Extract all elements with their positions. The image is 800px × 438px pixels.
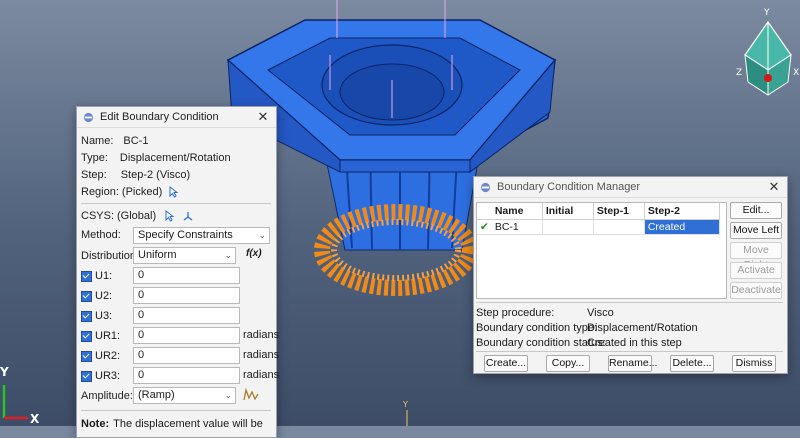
bc-manager-icon — [480, 182, 491, 192]
ur1-checkbox[interactable] — [81, 330, 92, 342]
u3-checkbox[interactable] — [81, 310, 92, 322]
amplitude-select-value: (Ramp) — [138, 389, 175, 401]
triad-x-label: X — [793, 68, 800, 78]
move-right-button[interactable]: Move Right — [730, 242, 782, 271]
ur2-label: UR2: — [95, 350, 121, 362]
ur3-input[interactable]: 0 — [133, 367, 240, 384]
method-select-value: Specify Constraints — [138, 229, 233, 241]
distribution-select-value: Uniform — [138, 249, 177, 261]
method-label: Method: — [81, 229, 121, 241]
bc-manager-titlebar[interactable]: Boundary Condition Manager ✕ — [474, 177, 787, 198]
close-icon[interactable]: ✕ — [767, 179, 781, 195]
bc-type-value: Displacement/Rotation — [587, 322, 698, 334]
distribution-label: Distribution: — [81, 250, 140, 262]
bc-table: Name Initial Step-1 Step-2 ✔ BC-1 Create… — [477, 203, 720, 235]
step-value: Step-2 (Visco) — [120, 169, 191, 181]
edit-bc-titlebar[interactable]: Edit Boundary Condition ✕ — [77, 107, 276, 128]
step-procedure-label: Step procedure: — [476, 307, 555, 319]
u1-checkbox[interactable] — [81, 270, 92, 282]
bc-dialog-icon — [83, 112, 94, 122]
step-procedure-value: Visco — [587, 307, 614, 319]
ur1-input[interactable]: 0 — [133, 327, 240, 344]
type-label: Type: — [81, 152, 108, 164]
create-button[interactable]: Create... — [484, 355, 528, 372]
column-header[interactable]: Name — [491, 203, 543, 220]
activate-button[interactable]: Activate — [730, 262, 782, 279]
dismiss-button[interactable]: Dismiss — [732, 355, 776, 372]
triad-z-label: Z — [736, 68, 743, 78]
close-icon[interactable]: ✕ — [256, 109, 270, 125]
axis-y-label: Y — [0, 365, 9, 379]
u2-input[interactable]: 0 — [133, 287, 240, 304]
column-header[interactable]: Step-2 — [644, 203, 720, 220]
note-label: Note: — [81, 418, 110, 430]
bc-manager-dialog: Boundary Condition Manager ✕ Name Initia… — [473, 176, 788, 374]
axis-x-label: X — [30, 412, 40, 426]
u3-input[interactable]: 0 — [133, 307, 240, 324]
method-select[interactable]: Specify Constraints ⌄ — [133, 227, 270, 244]
bc-step2-cell[interactable]: Created — [644, 219, 720, 235]
separator — [476, 351, 783, 352]
u3-label: U3: — [95, 310, 113, 322]
amplitude-plot-icon[interactable] — [243, 388, 259, 402]
dialog-title: Boundary Condition Manager — [497, 181, 641, 193]
region-value: (Picked) — [121, 186, 163, 198]
ur2-unit: radians — [243, 349, 280, 361]
bc-step1-cell[interactable] — [593, 219, 645, 235]
distribution-select[interactable]: Uniform ⌄ — [133, 247, 236, 264]
bc-status-value: Created in this step — [587, 337, 682, 349]
region-label: Region: — [81, 186, 119, 198]
deactivate-button[interactable]: Deactivate — [730, 282, 782, 299]
ur3-unit: radians — [243, 369, 280, 381]
separator — [81, 203, 271, 204]
move-left-button[interactable]: Move Left — [730, 222, 782, 239]
triad-y-label: Y — [764, 8, 770, 18]
rename-button[interactable]: Rename... — [608, 355, 657, 372]
bc-table-pane: Name Initial Step-1 Step-2 ✔ BC-1 Create… — [476, 202, 727, 299]
bc-initial-cell[interactable] — [542, 219, 594, 235]
chevron-down-icon: ⌄ — [224, 250, 232, 260]
fx-button[interactable]: f(x) — [246, 248, 262, 259]
bc-type-label: Boundary condition type: — [476, 322, 598, 334]
center-marker-label: Y — [403, 400, 408, 409]
separator — [81, 410, 271, 411]
note-text: The displacement value will be — [113, 418, 263, 430]
edit-bc-dialog: Edit Boundary Condition ✕ Name: BC-1 Type… — [76, 106, 280, 438]
ur1-label: UR1: — [95, 330, 121, 342]
name-value: BC-1 — [123, 135, 149, 147]
view-cube[interactable] — [744, 20, 792, 96]
active-check-icon[interactable]: ✔ — [477, 219, 492, 235]
delete-button[interactable]: Delete... — [670, 355, 714, 372]
ur2-input[interactable]: 0 — [133, 347, 240, 364]
u2-checkbox[interactable] — [81, 290, 92, 302]
csys-value: (Global) — [117, 210, 157, 222]
copy-button[interactable]: Copy... — [546, 355, 590, 372]
ur3-label: UR3: — [95, 370, 121, 382]
pick-csys-icon[interactable] — [164, 210, 176, 222]
step-label: Step: — [81, 169, 107, 181]
table-header-row: Name Initial Step-1 Step-2 — [477, 203, 720, 220]
table-row[interactable]: ✔ BC-1 Created — [477, 219, 720, 235]
amplitude-label: Amplitude: — [81, 390, 133, 402]
name-label: Name: — [81, 135, 114, 147]
column-header[interactable]: Step-1 — [593, 203, 645, 220]
pick-arrow-icon[interactable] — [168, 186, 180, 198]
chevron-down-icon: ⌄ — [258, 230, 266, 240]
csys-label: CSYS: — [81, 210, 115, 222]
ur3-checkbox[interactable] — [81, 370, 92, 382]
column-header[interactable]: Initial — [542, 203, 594, 220]
edit-button[interactable]: Edit... — [730, 202, 782, 219]
u2-label: U2: — [95, 290, 113, 302]
chevron-down-icon: ⌄ — [224, 390, 232, 400]
u1-label: U1: — [95, 270, 113, 282]
ur2-checkbox[interactable] — [81, 350, 92, 362]
separator — [476, 302, 783, 303]
dialog-title: Edit Boundary Condition — [100, 111, 219, 123]
bc-name-cell[interactable]: BC-1 — [491, 219, 543, 235]
amplitude-select[interactable]: (Ramp) ⌄ — [133, 387, 236, 404]
ur1-unit: radians — [243, 329, 280, 341]
u1-input[interactable]: 0 — [133, 267, 240, 284]
type-value: Displacement/Rotation — [119, 152, 231, 164]
create-csys-icon[interactable] — [182, 210, 194, 222]
